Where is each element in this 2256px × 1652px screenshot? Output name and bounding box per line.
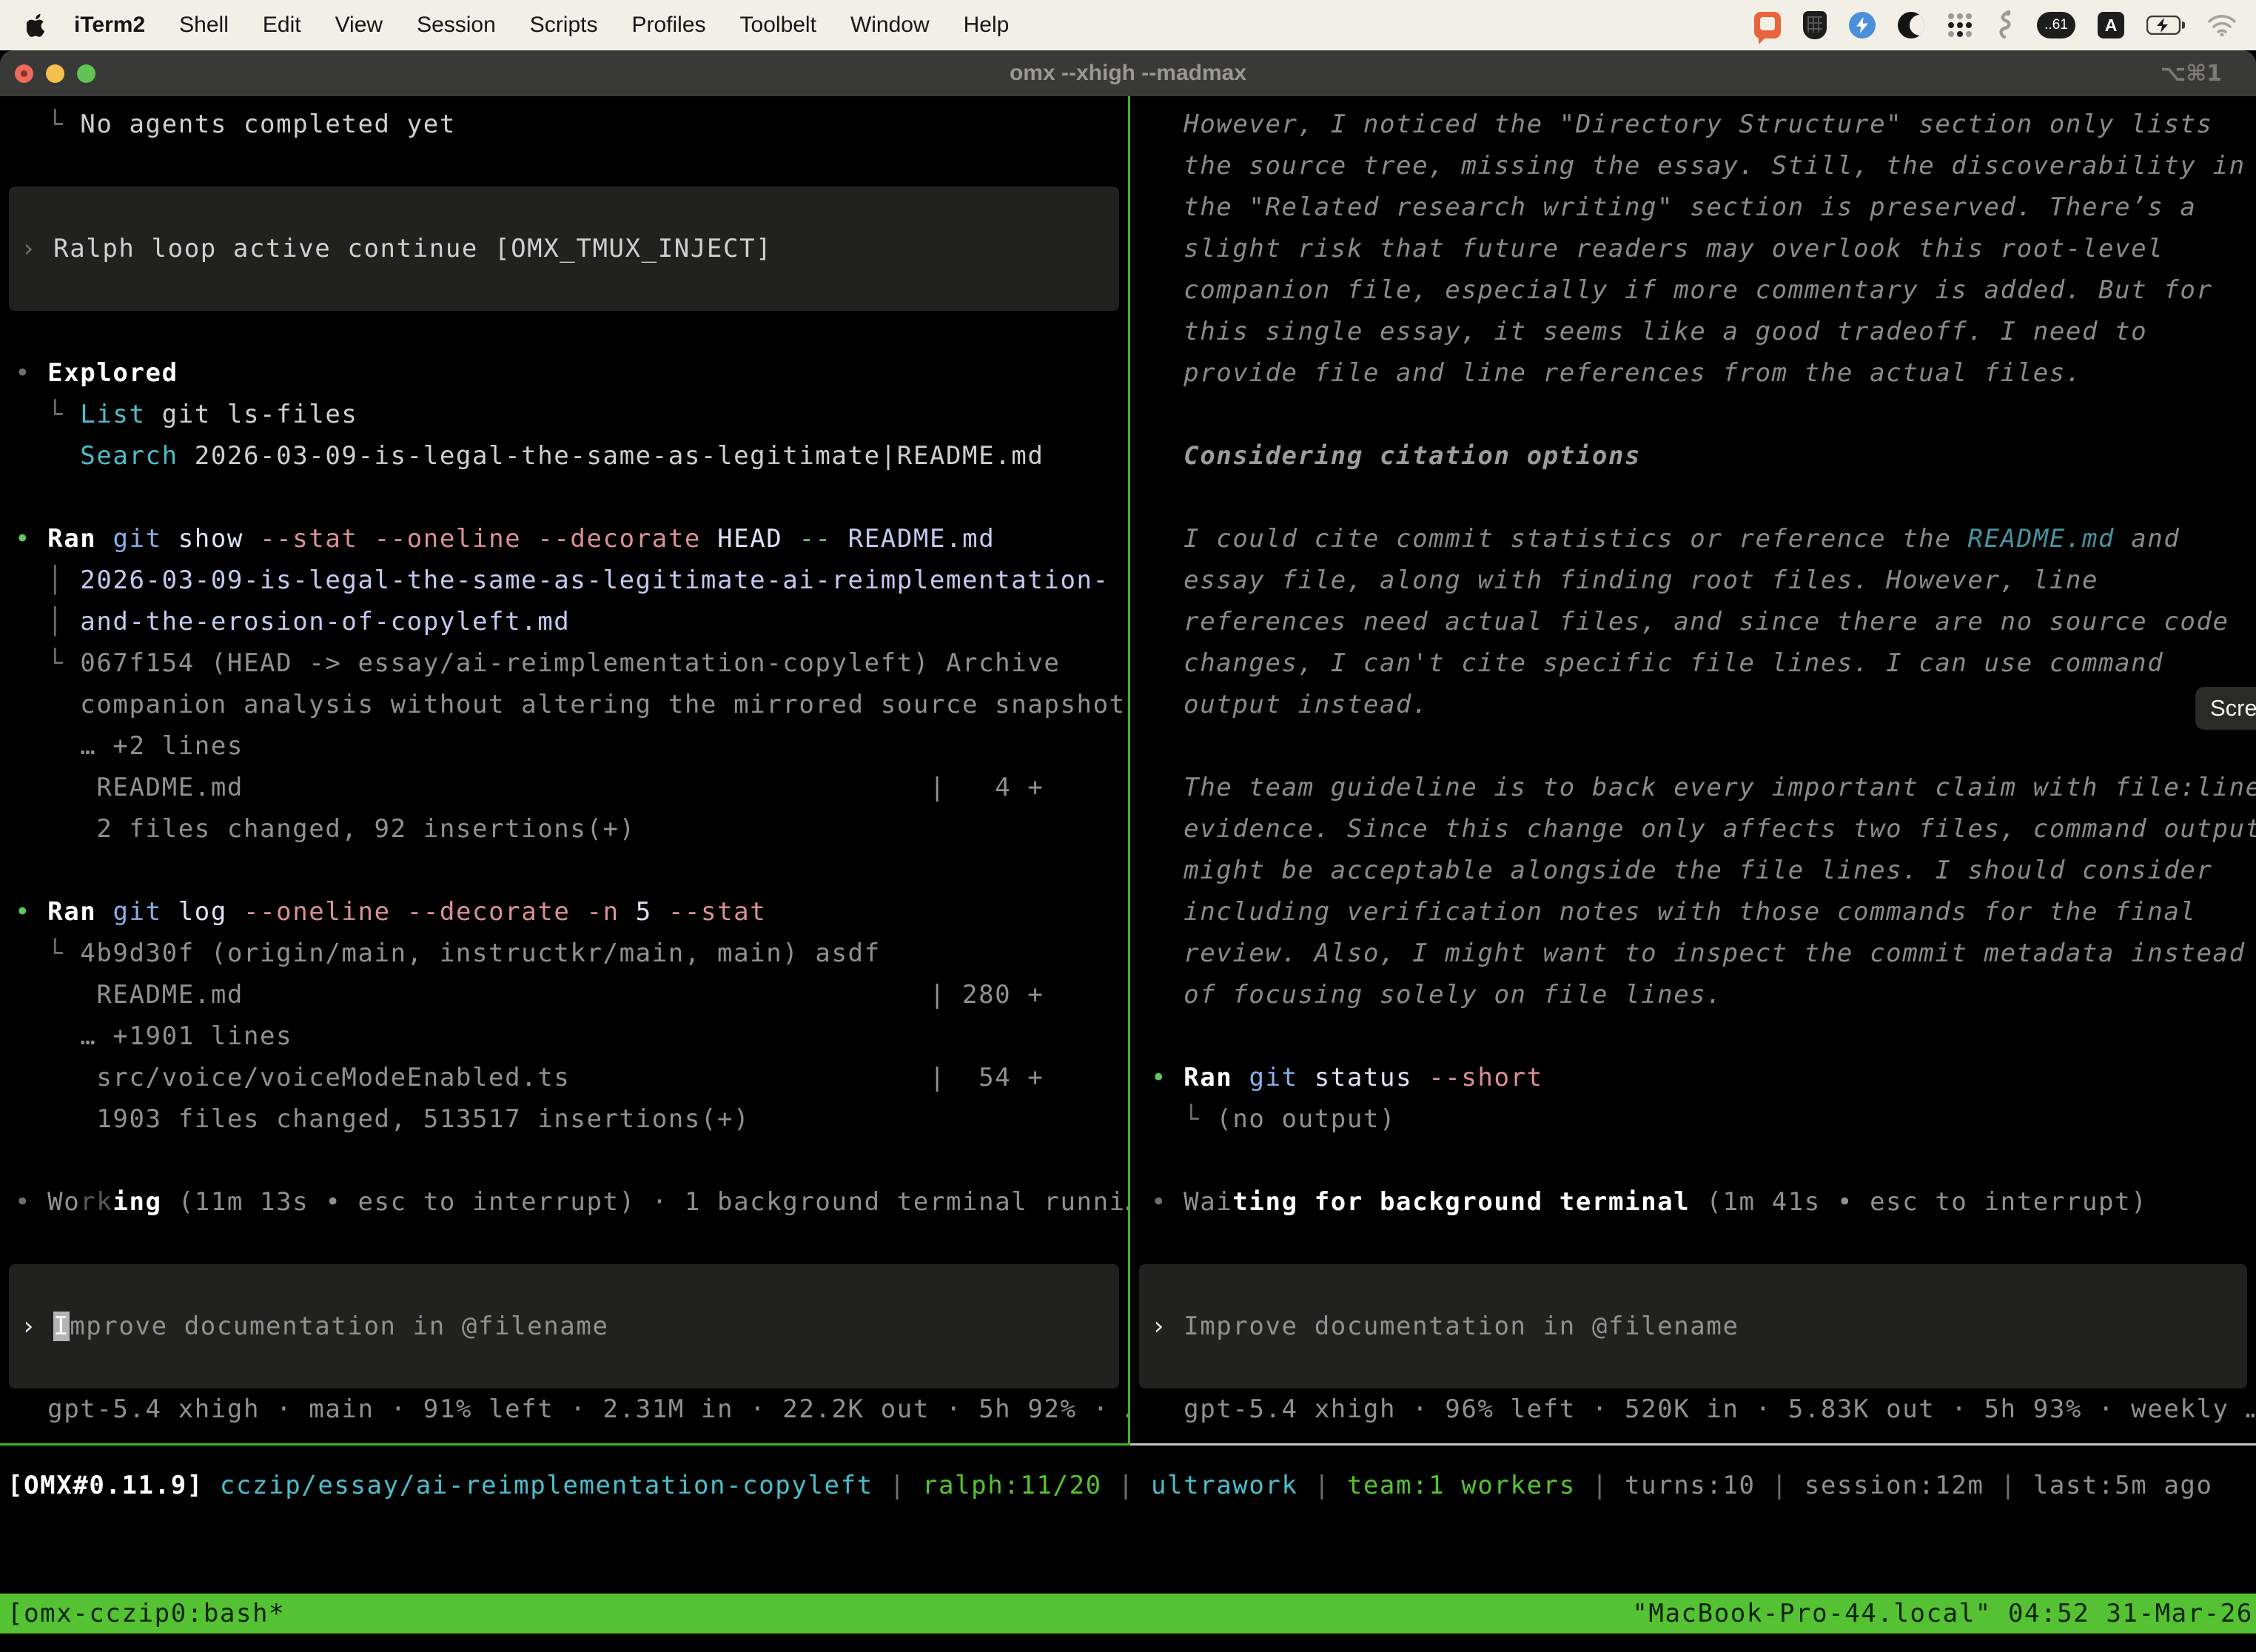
active-pane-border	[0, 1443, 1128, 1446]
screen-share-tooltip: Scre	[2195, 687, 2256, 730]
battery-icon[interactable]	[2146, 9, 2185, 41]
omx-version-label: [OMX#0.11.9]	[7, 1471, 204, 1500]
session-status-left: gpt-5.4 xhigh · main · 91% left · 2.31M …	[15, 1389, 1128, 1430]
macos-menu-bar: iTerm2 Shell Edit View Session Scripts P…	[0, 0, 2256, 50]
menu-item-session[interactable]: Session	[400, 13, 513, 38]
input-source-icon[interactable]: A	[2098, 12, 2124, 38]
terminal-line: including verification notes with those …	[1151, 891, 2256, 933]
terminal-line: of focusing solely on file lines.	[1151, 974, 2256, 1015]
omx-ralph-counter: ralph:11/20	[922, 1471, 1102, 1500]
session-status-right: gpt-5.4 xhigh · 96% left · 520K in · 5.8…	[1151, 1389, 2256, 1430]
terminal-line: companion analysis without altering the …	[15, 684, 1128, 725]
terminal-line: • Explored	[15, 352, 1128, 394]
menu-item-view[interactable]: View	[318, 13, 400, 38]
terminal-line: └ (no output)	[1151, 1098, 2256, 1140]
menu-bar-left: iTerm2 Shell Edit View Session Scripts P…	[0, 13, 1026, 38]
thinking-heading: Considering citation options	[1151, 435, 2256, 477]
terminal-line: might be acceptable alongside the file l…	[1151, 850, 2256, 891]
terminal-line: • Waiting for background terminal (1m 41…	[1151, 1181, 2256, 1223]
terminal-line: evidence. Since this change only affects…	[1151, 808, 2256, 850]
terminal-line: output instead.	[1151, 684, 2256, 725]
prompt-input-left[interactable]: › Improve documentation in @filename	[9, 1264, 1119, 1389]
terminal-line: … +1901 lines	[15, 1015, 1128, 1057]
omx-last-label: last:5m ago	[2033, 1471, 2213, 1500]
timer-badge-icon[interactable]: ..61	[2037, 12, 2075, 38]
omx-status-line: [OMX#0.11.9] cczip/essay/ai-reimplementa…	[0, 1465, 2256, 1506]
terminal-line: the source tree, missing the essay. Stil…	[1151, 145, 2256, 187]
terminal-line: review. Also, I might want to inspect th…	[1151, 933, 2256, 974]
terminal-line: this single essay, it seems like a good …	[1151, 311, 2256, 352]
terminal-line: │ and-the-erosion-of-copyleft.md	[15, 601, 1128, 642]
terminal-line: 2 files changed, 92 insertions(+)	[15, 808, 1128, 850]
window-title-bar[interactable]: omx --xhigh --madmax ⌥⌘1	[0, 50, 2256, 96]
tmux-status-bar: [omx-cczip0:bash* "MacBook-Pro-44.local"…	[0, 1594, 2256, 1633]
terminal-line: … +2 lines	[15, 725, 1128, 767]
terminal-line: • Ran git log --oneline --decorate -n 5 …	[15, 891, 1128, 933]
menu-item-shell[interactable]: Shell	[162, 13, 246, 38]
terminal-line: However, I noticed the "Directory Struct…	[1151, 104, 2256, 145]
wifi-icon[interactable]	[2207, 9, 2237, 41]
menu-item-scripts[interactable]: Scripts	[513, 13, 615, 38]
apple-menu-icon[interactable]	[27, 13, 47, 37]
terminal-line: companion file, especially if more comme…	[1151, 269, 2256, 311]
terminal-line: slight risk that future readers may over…	[1151, 228, 2256, 269]
menu-item-toolbelt[interactable]: Toolbelt	[723, 13, 833, 38]
tmux-host-clock-label: "MacBook-Pro-44.local" 04:52 31-Mar-26	[1632, 1594, 2256, 1633]
desktop-screen: iTerm2 Shell Edit View Session Scripts P…	[0, 0, 2256, 1652]
menu-bar-status-icons: ..61 A	[1754, 9, 2237, 41]
window-title: omx --xhigh --madmax	[0, 61, 2256, 86]
clipboard-manager-icon[interactable]	[1995, 9, 2015, 41]
terminal-line: changes, I can't cite specific file line…	[1151, 642, 2256, 684]
terminal-line: │ 2026-03-09-is-legal-the-same-as-legiti…	[15, 560, 1128, 601]
omx-branch-path: cczip/essay/ai-reimplementation-copyleft	[220, 1471, 873, 1500]
menu-item-help[interactable]: Help	[947, 13, 1027, 38]
terminal-line: └ List git ls-files	[15, 394, 1128, 435]
bolt-app-icon[interactable]	[1849, 9, 1876, 41]
terminal-line: README.md | 280 +	[15, 974, 1128, 1015]
terminal-window: └ No agents completed yet › Ralph loop ac…	[0, 96, 2256, 1652]
chat-app-icon[interactable]	[1754, 9, 1781, 41]
prompt-input-right[interactable]: › Improve documentation in @filename	[1139, 1264, 2247, 1389]
moon-app-icon[interactable]	[1898, 9, 1924, 41]
terminal-line: └ 4b9d30f (origin/main, instructkr/main,…	[15, 933, 1128, 974]
omx-ultrawork-label: ultrawork	[1151, 1471, 1298, 1500]
terminal-line: references need actual files, and since …	[1151, 601, 2256, 642]
terminal-line: • Working (11m 13s • esc to interrupt) ·…	[15, 1181, 1128, 1223]
pane-divider[interactable]	[1128, 96, 1130, 1446]
terminal-line: • Ran git show --stat --oneline --decora…	[15, 518, 1128, 560]
omx-team-label: team:1 workers	[1347, 1471, 1576, 1500]
terminal-line: the "Related research writing" section i…	[1151, 187, 2256, 228]
window-shortcut-label: ⌥⌘1	[2161, 61, 2222, 87]
app-grid-icon[interactable]	[1947, 9, 1973, 41]
inactive-pane-border	[1130, 1443, 2256, 1446]
terminal-line: The team guideline is to back every impo…	[1151, 767, 2256, 808]
ralph-loop-prompt-box[interactable]: › Ralph loop active continue [OMX_TMUX_I…	[9, 187, 1119, 311]
terminal-line: essay file, along with finding root file…	[1151, 560, 2256, 601]
terminal-line: src/voice/voiceModeEnabled.ts | 54 +	[15, 1057, 1128, 1098]
tmux-session-label: [omx-cczip0:bash*	[0, 1594, 285, 1633]
omx-session-label: session:12m	[1805, 1471, 1984, 1500]
menu-item-window[interactable]: Window	[833, 13, 947, 38]
terminal-line: README.md | 4 +	[15, 767, 1128, 808]
terminal-pane-left[interactable]: └ No agents completed yet › Ralph loop ac…	[0, 96, 1128, 1443]
omx-turns-label: turns:10	[1625, 1471, 1756, 1500]
terminal-line: I could cite commit statistics or refere…	[1151, 518, 2256, 560]
terminal-pane-right[interactable]: However, I noticed the "Directory Struct…	[1130, 96, 2256, 1443]
menu-item-edit[interactable]: Edit	[246, 13, 318, 38]
terminal-line: 1903 files changed, 513517 insertions(+)	[15, 1098, 1128, 1140]
terminal-line: Search 2026-03-09-is-legal-the-same-as-l…	[15, 435, 1128, 477]
terminal-line: provide file and line references from th…	[1151, 352, 2256, 394]
menu-item-profiles[interactable]: Profiles	[614, 13, 722, 38]
terminal-line: └ 067f154 (HEAD -> essay/ai-reimplementa…	[15, 642, 1128, 684]
terminal-line: └ No agents completed yet	[15, 104, 1128, 145]
terminal-line: • Ran git status --short	[1151, 1057, 2256, 1098]
password-manager-icon[interactable]	[1803, 9, 1827, 41]
menu-item-iterm2[interactable]: iTerm2	[57, 13, 162, 38]
